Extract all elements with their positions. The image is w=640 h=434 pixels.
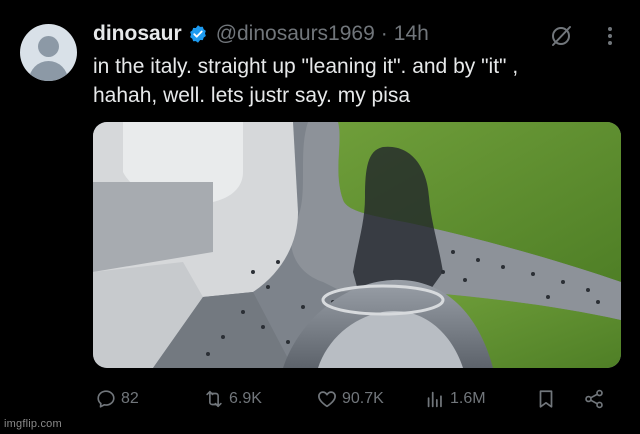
repost-icon [206, 390, 222, 408]
aerial-photo-of-pisa [93, 122, 621, 368]
tweet-header: dinosaur @dinosaurs1969 · 14h [93, 20, 429, 48]
more-vertical-icon[interactable] [600, 24, 620, 48]
repost-button[interactable]: 6.9K [203, 384, 262, 414]
tweet-text: in the italy. straight up "leaning it". … [93, 52, 613, 110]
share-icon [585, 389, 603, 409]
share-button[interactable] [583, 384, 609, 414]
reply-count: 82 [121, 390, 139, 407]
heart-icon [318, 391, 336, 408]
avatar-head-shape [38, 36, 59, 57]
tweet-text-line-1: in the italy. straight up "leaning it". … [93, 55, 519, 78]
like-button[interactable]: 90.7K [316, 384, 384, 414]
like-count: 90.7K [342, 390, 384, 407]
bookmark-icon [539, 390, 553, 408]
tweet-actions: 82 6.9K 90.7K 1.6M [0, 384, 640, 414]
avatar-body-shape [29, 61, 68, 81]
imgflip-watermark: imgflip.com [4, 418, 62, 430]
bookmark-button[interactable] [535, 384, 561, 414]
views-icon [427, 391, 442, 408]
tweet-photo[interactable] [93, 122, 621, 368]
header-separator: · [380, 22, 388, 45]
view-count: 1.6M [450, 390, 486, 407]
reply-icon [97, 390, 115, 408]
reply-button[interactable]: 82 [95, 384, 139, 414]
avatar[interactable] [20, 24, 77, 81]
views-button[interactable]: 1.6M [424, 384, 486, 414]
grok-icon[interactable] [549, 24, 573, 48]
verified-badge-icon [189, 25, 206, 43]
tweet-card: dinosaur @dinosaurs1969 · 14h in the ita… [0, 0, 640, 434]
tweet-text-line-2: hahah, well. lets justr say. my pisa [93, 84, 411, 107]
timestamp[interactable]: 14h [394, 22, 429, 46]
user-handle[interactable]: @dinosaurs1969 [216, 22, 375, 46]
display-name[interactable]: dinosaur [93, 22, 182, 46]
repost-count: 6.9K [229, 390, 262, 407]
